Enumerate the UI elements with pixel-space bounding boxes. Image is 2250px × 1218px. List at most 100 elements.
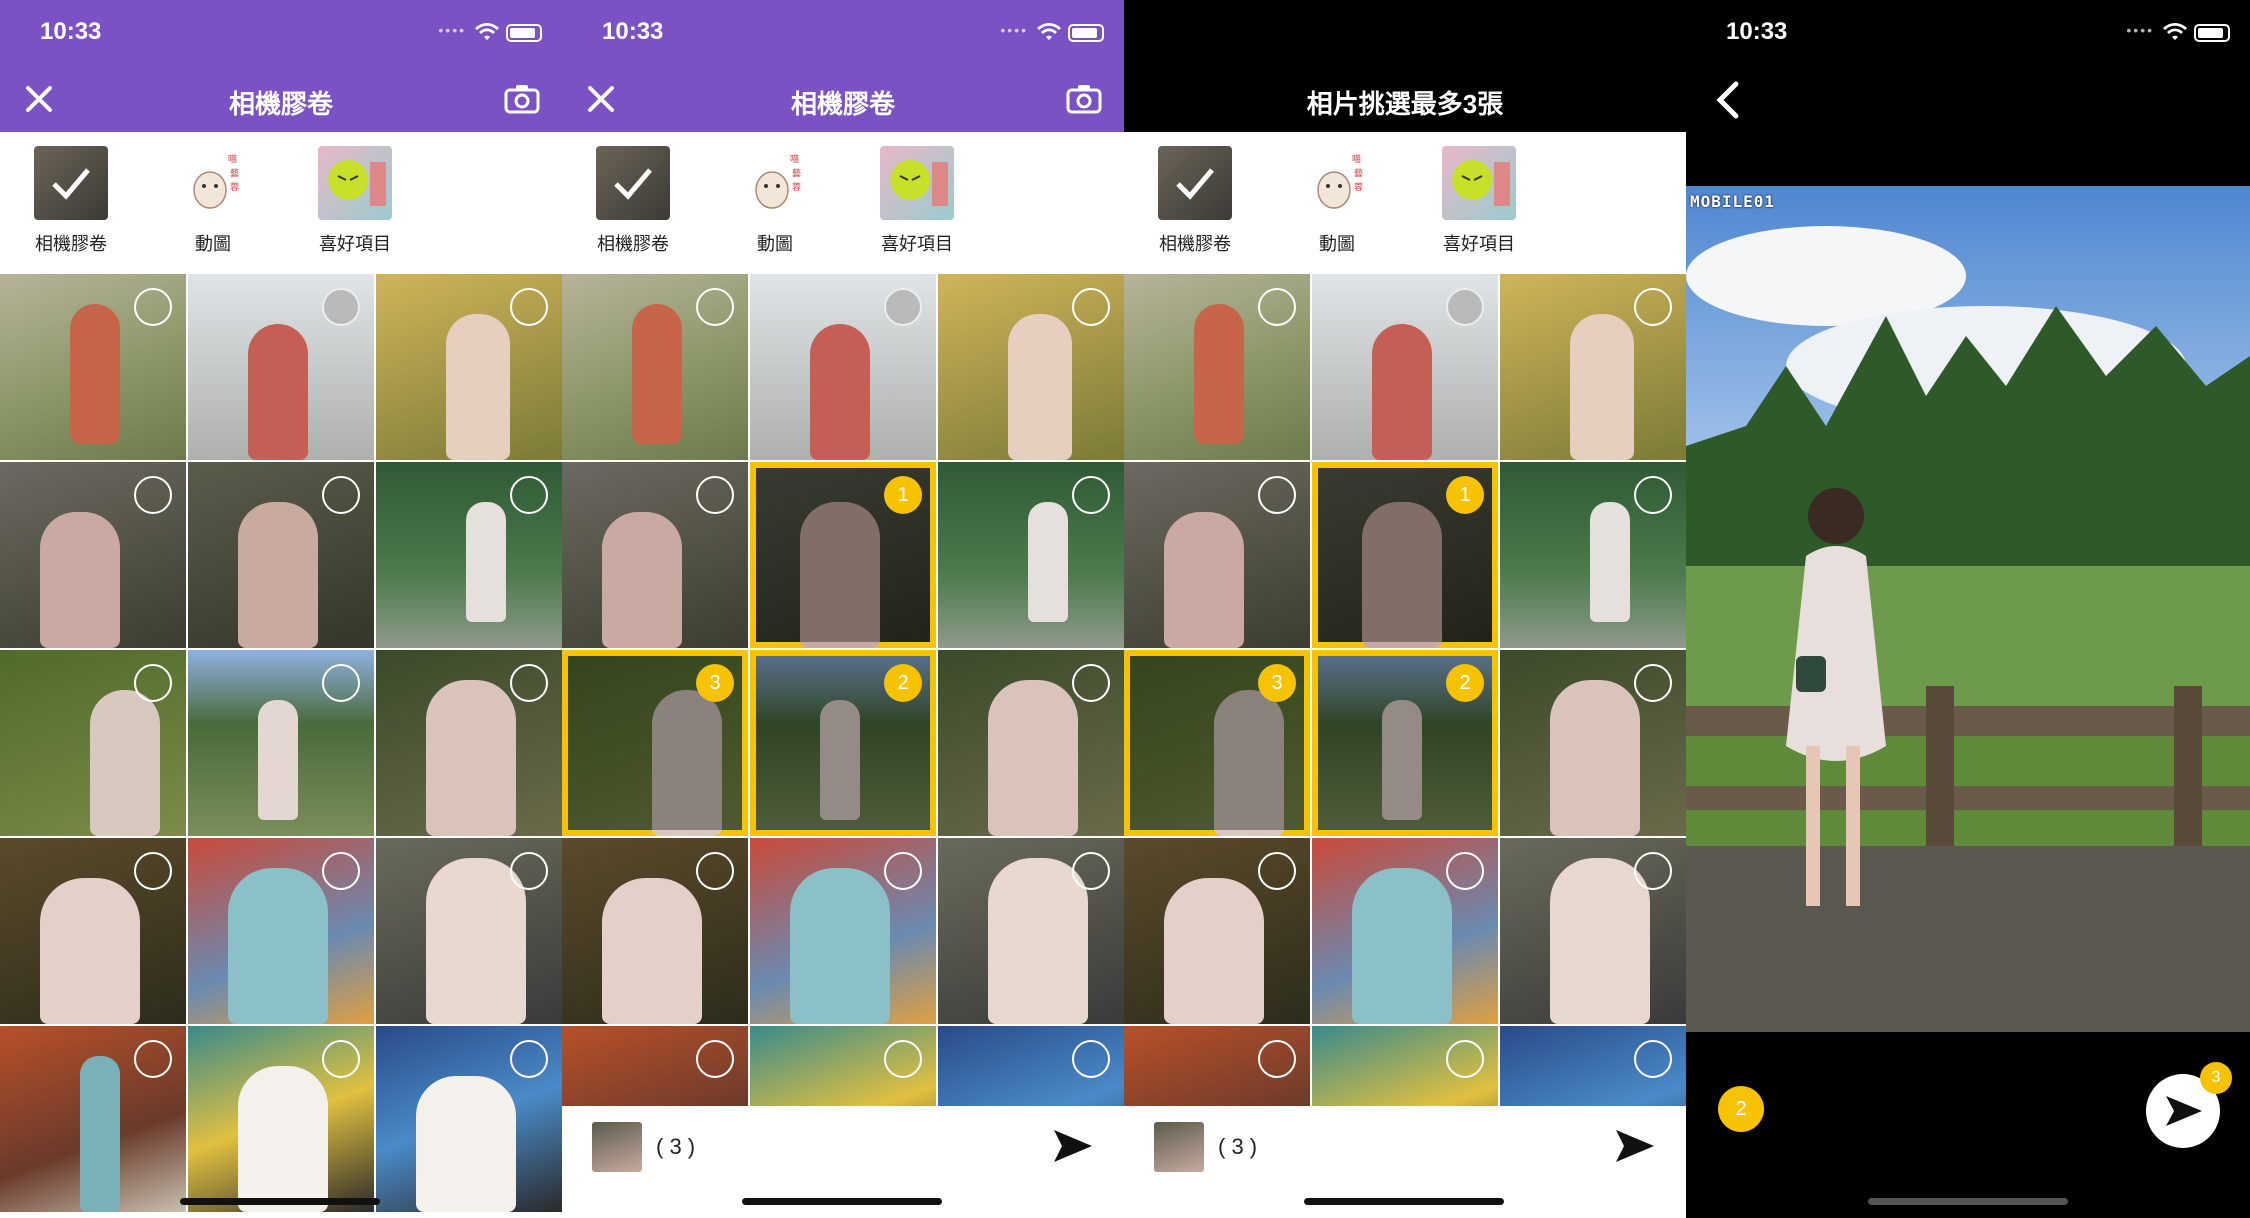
select-circle[interactable] [510, 288, 548, 326]
photo-thumb-selected[interactable]: 2 [750, 650, 936, 836]
photo-thumb[interactable] [376, 462, 562, 648]
photo-thumb[interactable] [376, 274, 562, 460]
photo-thumb[interactable] [938, 462, 1124, 648]
select-circle[interactable] [1446, 852, 1484, 890]
photo-thumb[interactable] [188, 838, 374, 1024]
album-favorites[interactable]: 喜好項目 [310, 146, 400, 256]
photo-thumb[interactable] [188, 462, 374, 648]
photo-thumb[interactable] [750, 274, 936, 460]
selection-number-badge[interactable]: 1 [884, 476, 922, 514]
select-circle[interactable] [1634, 1040, 1672, 1078]
select-circle[interactable] [134, 1040, 172, 1078]
photo-thumb[interactable] [188, 650, 374, 836]
photo-thumb[interactable] [376, 1026, 562, 1212]
select-circle[interactable] [322, 476, 360, 514]
select-circle[interactable] [1634, 852, 1672, 890]
select-circle[interactable] [322, 852, 360, 890]
selection-number-badge[interactable]: 3 [1258, 664, 1296, 702]
photo-thumb-selected[interactable]: 1 [1312, 462, 1498, 648]
photo-thumb[interactable] [376, 838, 562, 1024]
select-circle[interactable] [1446, 288, 1484, 326]
select-circle[interactable] [1258, 476, 1296, 514]
album-camera-roll[interactable]: 相機膠卷 [26, 146, 116, 256]
select-circle[interactable] [696, 288, 734, 326]
photo-thumb-selected[interactable]: 2 [1312, 650, 1498, 836]
photo-thumb[interactable] [1124, 274, 1310, 460]
select-circle[interactable] [1634, 288, 1672, 326]
photo-thumb[interactable] [188, 1026, 374, 1212]
select-circle[interactable] [696, 476, 734, 514]
photo-thumb-selected[interactable]: 3 [1124, 650, 1310, 836]
photo-thumb[interactable] [562, 838, 748, 1024]
select-circle[interactable] [1258, 852, 1296, 890]
select-circle[interactable] [1072, 1040, 1110, 1078]
selected-preview-thumb[interactable] [592, 1122, 642, 1172]
photo-thumb-selected[interactable]: 1 [750, 462, 936, 648]
album-gif[interactable]: 喵藝蓉 動圖 [730, 146, 820, 256]
select-circle[interactable] [1072, 476, 1110, 514]
album-gif[interactable]: 喵藝蓉 動圖 [168, 146, 258, 256]
photo-thumb[interactable] [938, 650, 1124, 836]
photo-thumb[interactable] [1500, 650, 1686, 836]
select-circle[interactable] [696, 1040, 734, 1078]
selection-number-badge[interactable]: 2 [1718, 1086, 1764, 1132]
select-circle[interactable] [1634, 664, 1672, 702]
select-circle[interactable] [696, 852, 734, 890]
select-circle[interactable] [510, 476, 548, 514]
photo-thumb[interactable] [938, 838, 1124, 1024]
send-button[interactable] [1052, 1126, 1094, 1166]
select-circle[interactable] [1072, 288, 1110, 326]
photo-thumb[interactable] [938, 274, 1124, 460]
album-camera-roll[interactable]: 相機膠卷 [1150, 146, 1240, 256]
photo-thumb[interactable] [1312, 838, 1498, 1024]
photo-thumb[interactable] [750, 838, 936, 1024]
photo-thumb[interactable] [188, 274, 374, 460]
select-circle[interactable] [884, 1040, 922, 1078]
selected-preview-thumb[interactable] [1154, 1122, 1204, 1172]
select-circle[interactable] [510, 664, 548, 702]
photo-thumb[interactable] [1500, 462, 1686, 648]
selection-number-badge[interactable]: 2 [884, 664, 922, 702]
selection-number-badge[interactable]: 1 [1446, 476, 1484, 514]
select-circle[interactable] [134, 288, 172, 326]
select-circle[interactable] [510, 852, 548, 890]
photo-thumb-selected[interactable]: 3 [562, 650, 748, 836]
photo-thumb[interactable] [1124, 462, 1310, 648]
photo-thumb[interactable] [1500, 838, 1686, 1024]
selection-number-badge[interactable]: 2 [1446, 664, 1484, 702]
photo-thumb[interactable] [1124, 838, 1310, 1024]
select-circle[interactable] [884, 288, 922, 326]
select-circle[interactable] [1072, 664, 1110, 702]
select-circle[interactable] [1446, 1040, 1484, 1078]
album-gif[interactable]: 喵藝蓉 動圖 [1292, 146, 1382, 256]
select-circle[interactable] [134, 852, 172, 890]
select-circle[interactable] [1258, 1040, 1296, 1078]
photo-thumb[interactable] [0, 274, 186, 460]
send-button[interactable] [1614, 1126, 1656, 1166]
photo-thumb[interactable] [1312, 274, 1498, 460]
photo-thumb[interactable] [562, 462, 748, 648]
back-button[interactable] [1712, 80, 1742, 120]
select-circle[interactable] [322, 1040, 360, 1078]
photo-thumb[interactable] [0, 838, 186, 1024]
select-circle[interactable] [322, 664, 360, 702]
select-circle[interactable] [1072, 852, 1110, 890]
camera-button[interactable] [504, 82, 540, 116]
selection-number-badge[interactable]: 3 [696, 664, 734, 702]
photo-thumb[interactable] [0, 1026, 186, 1212]
album-camera-roll[interactable]: 相機膠卷 [588, 146, 678, 256]
photo-thumb[interactable] [0, 650, 186, 836]
full-photo[interactable]: MOBILE01 [1686, 186, 2250, 1032]
photo-thumb[interactable] [0, 462, 186, 648]
select-circle[interactable] [134, 476, 172, 514]
album-favorites[interactable]: 喜好項目 [872, 146, 962, 256]
select-circle[interactable] [134, 664, 172, 702]
select-circle[interactable] [1258, 288, 1296, 326]
select-circle[interactable] [510, 1040, 548, 1078]
select-circle[interactable] [1634, 476, 1672, 514]
photo-thumb[interactable] [562, 274, 748, 460]
select-circle[interactable] [322, 288, 360, 326]
album-favorites[interactable]: 喜好項目 [1434, 146, 1524, 256]
select-circle[interactable] [884, 852, 922, 890]
camera-button[interactable] [1066, 82, 1102, 116]
